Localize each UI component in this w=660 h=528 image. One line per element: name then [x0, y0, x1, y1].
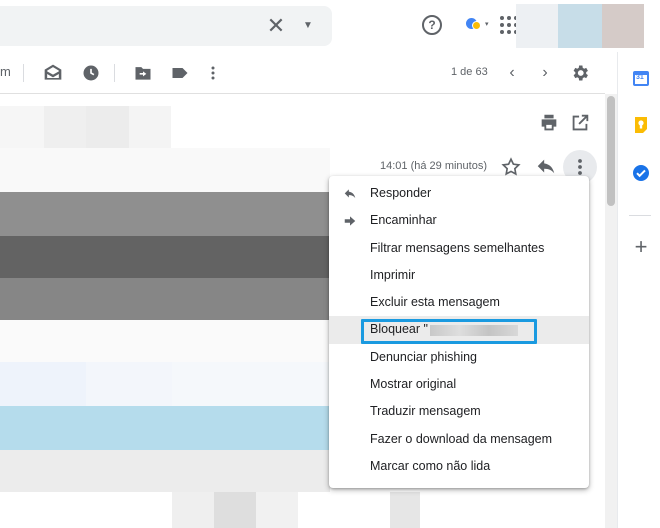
caret-down-icon[interactable]: ▼ [298, 14, 318, 38]
menu-item-report-phishing[interactable]: Denunciar phishing [329, 344, 589, 371]
blurred-content [256, 492, 298, 528]
forward-icon [343, 214, 357, 228]
menu-item-label: Excluir esta mensagem [370, 295, 500, 310]
blurred-content [214, 492, 256, 528]
help-icon[interactable]: ? [422, 15, 442, 35]
label-icon[interactable] [170, 63, 190, 83]
blurred-content [44, 106, 86, 148]
menu-item-forward[interactable]: Encaminhar [329, 207, 589, 234]
account-avatar[interactable] [602, 4, 644, 48]
menu-item-translate[interactable]: Traduzir mensagem [329, 398, 589, 425]
blurred-content [0, 278, 330, 320]
menu-item-label: Responder [370, 186, 432, 200]
menu-item-label: Fazer o download da mensagem [370, 431, 553, 446]
menu-item-download[interactable]: Fazer o download da mensagem [329, 426, 589, 453]
pager-count: 1 de 63 [451, 66, 488, 78]
toolbar-divider [23, 64, 24, 82]
blurred-content [0, 406, 330, 450]
blurred-content [0, 236, 330, 278]
tasks-icon[interactable] [632, 164, 650, 182]
menu-item-label: Encaminhar [370, 213, 437, 228]
blurred-content [0, 192, 330, 236]
chevron-right-icon[interactable]: › [536, 63, 554, 83]
menu-item-label: Marcar como não lida [370, 458, 491, 473]
blurred-content [129, 106, 171, 148]
blurred-content [0, 450, 330, 492]
blurred-content [86, 362, 172, 406]
scrollbar-thumb[interactable] [607, 96, 615, 206]
menu-item-label: Traduzir mensagem [370, 404, 481, 419]
keep-icon[interactable] [632, 116, 650, 134]
menu-item-mark-unread[interactable]: Marcar como não lida [329, 453, 589, 480]
search-box[interactable]: ✕ ▼ [0, 6, 332, 46]
blurred-content [390, 492, 420, 528]
menu-item-label: Filtrar mensagens semelhantes [370, 240, 545, 255]
message-toolbar: m 1 de 63 ‹ › [0, 52, 605, 94]
menu-item-label: Denunciar phishing [370, 349, 478, 364]
more-vert-icon[interactable] [203, 63, 223, 83]
top-header: ✕ ▼ ? ▾ [0, 0, 660, 52]
reply-icon [343, 187, 357, 201]
blurred-sender-name [429, 324, 518, 336]
star-icon[interactable] [500, 156, 522, 178]
menu-item-label: Bloquear " [370, 322, 428, 337]
menu-item-delete[interactable]: Excluir esta mensagem [329, 289, 589, 316]
toolbar-divider [114, 64, 115, 82]
menu-item-filter-similar[interactable]: Filtrar mensagens semelhantes [329, 235, 589, 262]
mark-read-icon[interactable] [43, 63, 63, 83]
menu-item-label: Imprimir [370, 267, 416, 282]
calendar-icon[interactable]: 31 [632, 69, 650, 87]
menu-item-block-sender[interactable]: Bloquear " [329, 316, 589, 344]
menu-item-print[interactable]: Imprimir [329, 262, 589, 289]
account-image-blurred [558, 4, 602, 48]
reply-icon[interactable] [535, 156, 557, 178]
scrollbar[interactable] [605, 94, 617, 528]
move-to-icon[interactable] [133, 63, 153, 83]
blurred-content [86, 106, 129, 148]
chevron-down-icon[interactable]: ▾ [485, 20, 489, 28]
open-new-window-icon[interactable] [569, 112, 591, 134]
menu-item-show-original[interactable]: Mostrar original [329, 371, 589, 398]
toolbar-partial-label: m [0, 64, 11, 79]
close-icon[interactable]: ✕ [264, 14, 288, 38]
print-icon[interactable] [538, 112, 560, 134]
blurred-content [0, 148, 330, 192]
menu-item-reply[interactable]: Responder [329, 180, 589, 207]
chevron-left-icon[interactable]: ‹ [503, 63, 521, 83]
blurred-content [0, 106, 44, 148]
message-timestamp: 14:01 (há 29 minutos) [380, 160, 488, 172]
menu-item-label: Mostrar original [370, 377, 457, 392]
blurred-content [172, 492, 214, 528]
blurred-content [0, 320, 330, 362]
account-image-blurred [516, 4, 558, 48]
settings-icon[interactable] [570, 63, 590, 83]
side-panel: 31 + [617, 52, 660, 528]
blurred-content [172, 362, 330, 406]
add-icon[interactable]: + [632, 236, 650, 258]
message-options-menu: Responder Encaminhar Filtrar mensagens s… [329, 176, 589, 488]
side-divider [629, 215, 651, 216]
calendar-date: 31 [636, 74, 644, 81]
blurred-content [0, 362, 86, 406]
snooze-icon[interactable] [81, 63, 101, 83]
status-icon[interactable] [466, 16, 482, 32]
